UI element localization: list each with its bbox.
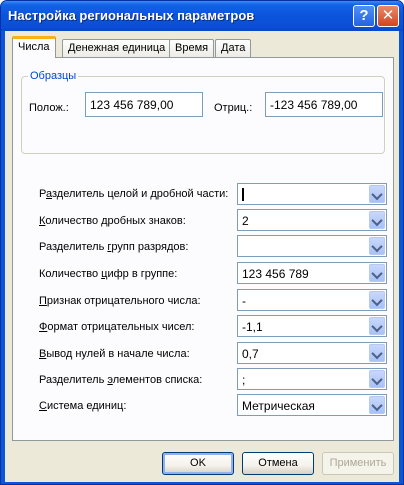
negative-format-combo[interactable]: -1,1 bbox=[237, 315, 387, 337]
negative-sign-combo[interactable]: - bbox=[237, 289, 387, 311]
decimal-separator-label: Разделитель целой и дробной части: bbox=[39, 188, 229, 200]
samples-group: Образцы Полож.: 123 456 789,00 Отриц.: -… bbox=[21, 70, 385, 154]
leading-zeros-combo[interactable]: 0,7 bbox=[237, 342, 387, 364]
measurement-system-label: Система единиц: bbox=[39, 400, 127, 412]
tab-time[interactable]: Время bbox=[169, 39, 215, 57]
chevron-down-icon[interactable] bbox=[369, 344, 385, 362]
negative-format-label: Формат отрицательных чисел: bbox=[39, 321, 195, 333]
tab-label: Дата bbox=[221, 42, 246, 54]
measurement-system-combo[interactable]: Метрическая bbox=[237, 394, 387, 416]
dialog-client-area: Числа Денежная единица Время Дата Образц… bbox=[5, 31, 399, 482]
chevron-down-icon[interactable] bbox=[369, 185, 385, 203]
negative-sample-label: Отриц.: bbox=[214, 102, 253, 114]
chevron-down-icon[interactable] bbox=[369, 317, 385, 335]
negative-format-value[interactable]: -1,1 bbox=[242, 320, 263, 334]
chevron-down-icon[interactable] bbox=[369, 237, 385, 255]
decimal-digits-value[interactable]: 2 bbox=[242, 214, 249, 228]
negative-sample-value: -123 456 789,00 bbox=[270, 98, 358, 112]
ok-button[interactable]: OK bbox=[162, 452, 234, 475]
title-bar[interactable]: Настройка региональных параметров ? ✕ bbox=[1, 1, 403, 31]
list-separator-value[interactable]: ; bbox=[242, 373, 245, 387]
list-separator-label: Разделитель элементов списка: bbox=[39, 374, 203, 386]
window-title: Настройка региональных параметров bbox=[8, 8, 255, 23]
close-icon: ✕ bbox=[381, 7, 395, 24]
positive-sample-label: Полож.: bbox=[29, 102, 69, 114]
question-mark-icon: ? bbox=[359, 7, 369, 24]
decimal-separator-value[interactable] bbox=[242, 188, 244, 202]
chevron-down-icon[interactable] bbox=[369, 291, 385, 309]
chevron-down-icon[interactable] bbox=[369, 396, 385, 414]
positive-sample-field: 123 456 789,00 bbox=[85, 92, 203, 117]
tab-label: Числа bbox=[18, 41, 50, 53]
cancel-button[interactable]: Отмена bbox=[242, 452, 314, 475]
close-button[interactable]: ✕ bbox=[377, 5, 399, 27]
decimal-digits-label: Количество дробных знаков: bbox=[39, 215, 186, 227]
tab-label: Денежная единица bbox=[68, 42, 166, 54]
leading-zeros-value[interactable]: 0,7 bbox=[242, 347, 259, 361]
tab-numbers[interactable]: Числа bbox=[12, 36, 56, 58]
decimal-digits-combo[interactable]: 2 bbox=[237, 209, 387, 231]
decimal-separator-combo[interactable] bbox=[237, 183, 387, 205]
negative-sign-label: Признак отрицательного числа: bbox=[39, 295, 201, 307]
text-caret bbox=[242, 188, 244, 201]
digit-grouping-symbol-label: Разделитель групп разрядов: bbox=[39, 241, 189, 253]
chevron-down-icon[interactable] bbox=[369, 264, 385, 282]
measurement-system-value[interactable]: Метрическая bbox=[242, 399, 315, 413]
help-button[interactable]: ? bbox=[353, 5, 375, 27]
chevron-down-icon[interactable] bbox=[369, 370, 385, 388]
digit-grouping-symbol-combo[interactable] bbox=[237, 235, 387, 257]
tab-label: Время bbox=[175, 42, 209, 54]
digit-grouping-label: Количество цифр в группе: bbox=[39, 268, 178, 280]
chevron-down-icon[interactable] bbox=[369, 211, 385, 229]
leading-zeros-label: Вывод нулей в начале числа: bbox=[39, 348, 190, 360]
numbers-tab-panel: Образцы Полож.: 123 456 789,00 Отриц.: -… bbox=[12, 57, 394, 441]
apply-button[interactable]: Применить bbox=[322, 452, 394, 475]
positive-sample-value: 123 456 789,00 bbox=[90, 98, 174, 112]
negative-sample-field: -123 456 789,00 bbox=[265, 92, 383, 117]
list-separator-combo[interactable]: ; bbox=[237, 368, 387, 390]
dialog-window: Настройка региональных параметров ? ✕ Чи… bbox=[0, 0, 404, 485]
digit-grouping-combo[interactable]: 123 456 789 bbox=[237, 262, 387, 284]
digit-grouping-value[interactable]: 123 456 789 bbox=[242, 267, 309, 281]
tab-date[interactable]: Дата bbox=[215, 39, 252, 57]
tab-currency[interactable]: Денежная единица bbox=[62, 39, 172, 57]
samples-legend: Образцы bbox=[28, 70, 79, 82]
negative-sign-value[interactable]: - bbox=[242, 294, 246, 308]
